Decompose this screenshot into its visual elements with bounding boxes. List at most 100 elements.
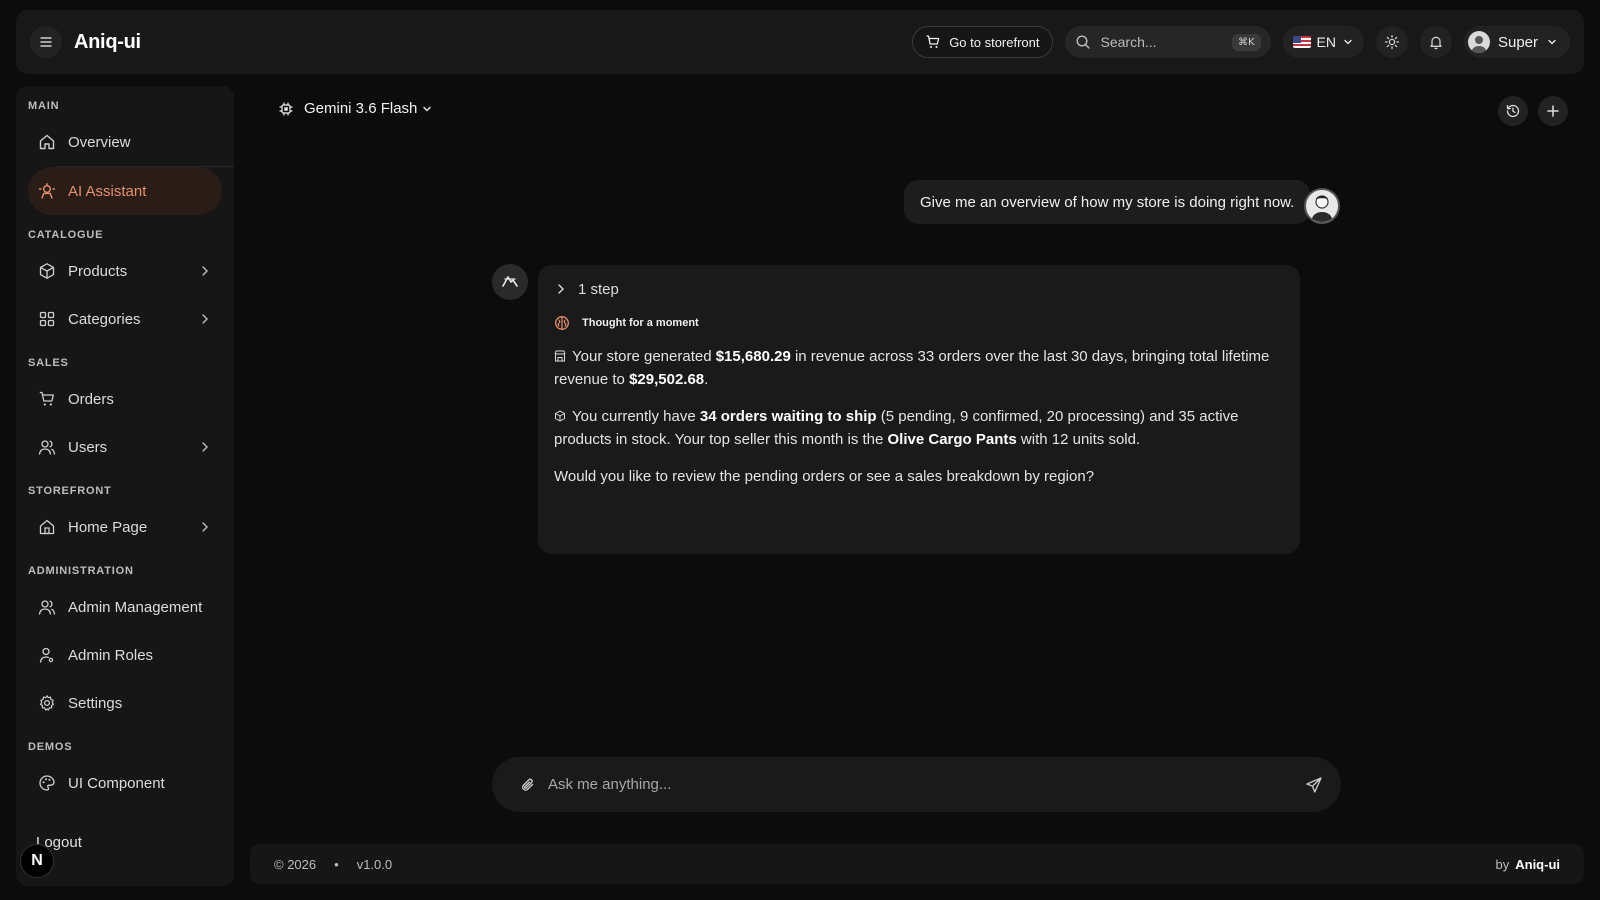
user-avatar [1304,188,1340,224]
paperclip-icon[interactable] [520,777,536,793]
cart-icon [926,35,940,48]
sidebar-item-settings[interactable]: Settings [28,679,222,727]
search-icon [1076,35,1090,49]
section-title-storefront: STOREFRONT [28,485,112,497]
sidebar-item-admin-roles[interactable]: Admin Roles [28,631,222,679]
user-key-icon [39,647,54,663]
orders-text-1: You currently have [572,408,700,425]
thought-indicator: Thought for a moment [554,315,1284,331]
orders-text-3: with 12 units sold. [1016,431,1141,448]
footer: © 2026 • v1.0.0 by Aniq-ui [250,844,1584,884]
bell-icon [1430,36,1442,50]
chevron-right-icon [202,314,208,324]
cart-icon [39,391,54,406]
chevron-down-icon [423,106,432,111]
user-avatar-small [1467,31,1490,53]
house-icon [39,519,55,535]
sidebar-item-ui-component[interactable]: UI Component [28,759,222,807]
home-icon [39,134,55,150]
sidebar-item-products[interactable]: Products [28,247,222,295]
top-seller: Olive Cargo Pants [887,431,1017,448]
menu-toggle-button[interactable] [30,26,62,58]
n-badge[interactable]: N [20,844,54,878]
assistant-avatar [492,264,528,300]
history-button[interactable] [1498,96,1528,126]
brand-logo[interactable]: Aniq-ui [74,31,141,54]
us-flag-icon [1292,36,1311,48]
users-icon [38,440,56,455]
top-header: Aniq-ui Go to storefront Search... ⌘K EN… [16,10,1584,74]
search-shortcut: ⌘K [1231,33,1261,51]
sidebar-item-label: Orders [68,390,114,408]
footer-separator: • [334,856,339,872]
sidebar-item-label: Overview [68,133,131,151]
sidebar-item-label: Home Page [68,518,148,536]
sidebar-item-categories[interactable]: Categories [28,295,222,343]
orders-waiting: 34 orders waiting to ship [699,408,877,425]
language-selector[interactable]: EN [1282,26,1364,58]
model-selector[interactable]: Gemini 3.6 Flash [278,100,433,117]
copyright: © 2026 [274,856,317,872]
history-icon [1506,104,1520,118]
model-name: Gemini 3.6 Flash [304,100,418,117]
search-input[interactable]: Search... ⌘K [1064,26,1271,58]
sidebar-item-label: AI Assistant [68,182,147,200]
box-icon [39,263,55,279]
user-message: Give me an overview of how my store is d… [904,180,1311,224]
composer-input[interactable]: Ask me anything... [548,776,671,793]
response-paragraph-question: Would you like to review the pending ord… [554,468,1095,485]
steps-label: 1 step [578,280,619,298]
steps-toggle[interactable]: 1 step [554,279,1284,299]
user-avatar-icon [1311,195,1333,222]
section-title-sales: SALES [28,357,69,369]
theme-toggle-button[interactable] [1375,26,1408,58]
sidebar-item-label: Products [68,262,128,280]
sidebar-item-admin-management[interactable]: Admin Management [28,583,222,631]
hamburger-icon [40,37,52,47]
sidebar-item-label: Admin Roles [68,646,154,664]
notifications-button[interactable] [1419,26,1452,58]
go-to-storefront-button[interactable]: Go to storefront [912,26,1053,58]
user-menu-button[interactable]: Super [1463,26,1570,58]
chevron-right-icon [558,284,564,294]
sidebar-item-home-page[interactable]: Home Page [28,503,222,551]
sidebar-item-orders[interactable]: Orders [28,375,222,423]
user-name: Super [1497,33,1538,51]
sidebar-item-overview[interactable]: Overview [28,118,222,166]
response-paragraph-orders: You currently have 34 orders waiting to … [554,405,1284,451]
palette-icon [39,775,55,791]
user-message-text: Give me an overview of how my store is d… [920,193,1295,211]
brain-icon [555,316,569,330]
store-icon [554,350,566,362]
credit-name[interactable]: Aniq-ui [1515,857,1560,872]
package-icon [555,410,565,422]
plus-icon [1547,105,1559,117]
chat-actions [1498,96,1568,126]
send-icon[interactable] [1305,776,1323,794]
chip-icon [279,101,293,116]
chevron-right-icon [202,266,208,276]
grid-icon [39,311,55,327]
language-label: EN [1316,34,1336,50]
storefront-label: Go to storefront [949,34,1040,50]
sun-icon [1384,34,1400,50]
revenue-30-days: $15,680.29 [715,348,791,365]
chat-composer[interactable]: Ask me anything... [492,757,1341,812]
footer-credit: by Aniq-ui [1496,857,1561,872]
assistant-logo-icon [502,276,518,287]
sidebar: MAIN Overview AI Assistant CATALOGUE Pro… [16,86,234,886]
gear-icon [39,695,55,711]
sidebar-item-label: Settings [68,694,123,712]
section-title-demos: DEMOS [28,741,73,753]
sidebar-item-label: UI Component [68,774,165,792]
sidebar-item-ai-assistant[interactable]: AI Assistant [28,167,222,215]
users-icon [38,600,56,615]
revenue-text-3: . [704,371,709,388]
chevron-down-icon [1548,39,1556,45]
sidebar-item-label: Categories [68,310,141,328]
response-paragraph-revenue: Your store generated $15,680.29 in reven… [554,345,1284,391]
revenue-lifetime: $29,502.68 [629,371,705,388]
sidebar-item-label: Users [68,438,108,456]
sidebar-item-users[interactable]: Users [28,423,222,471]
new-chat-button[interactable] [1538,96,1568,126]
